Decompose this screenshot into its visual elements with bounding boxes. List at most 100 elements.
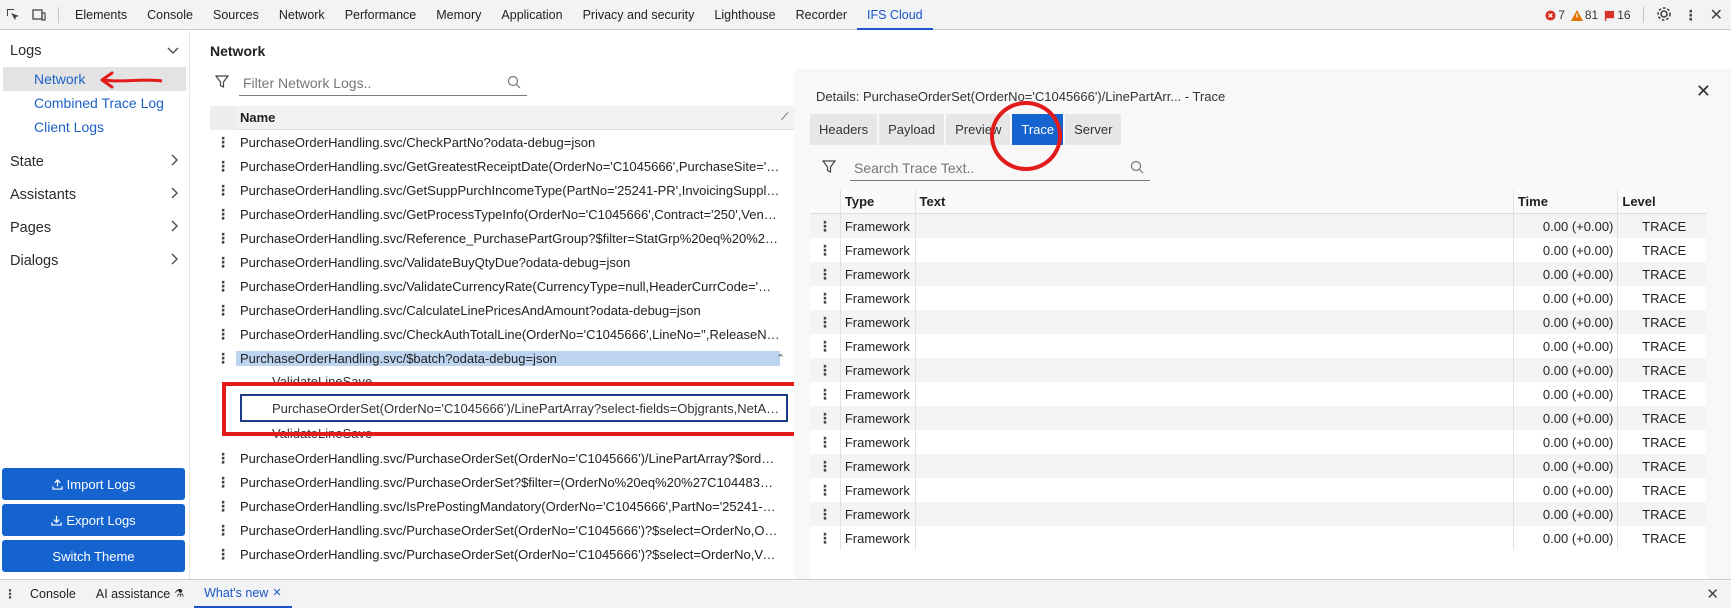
row-menu-icon[interactable]: ⋮ xyxy=(810,266,840,283)
table-row[interactable]: ⋮ PurchaseOrderHandling.svc/IsPrePostingM… xyxy=(210,494,794,518)
sidebar-section-dialogs[interactable]: Dialogs xyxy=(0,244,189,277)
table-row[interactable]: ⋮ PurchaseOrderHandling.svc/GetProcessTyp… xyxy=(210,202,794,226)
resize-handle-icon[interactable]: ⟋ xyxy=(781,112,794,123)
table-row[interactable]: ⋮ PurchaseOrderHandling.svc/GetGreatestRe… xyxy=(210,154,794,178)
table-row[interactable]: ⋮ PurchaseOrderHandling.svc/ValidateCurre… xyxy=(210,274,794,298)
trace-row[interactable]: ⋮ Framework 0.00 (+0.00) TRACE xyxy=(810,310,1706,334)
more-options-icon[interactable]: ⋮ xyxy=(1678,7,1704,24)
table-row[interactable]: ⋮ PurchaseOrderHandling.svc/PurchaseOrder… xyxy=(210,542,794,566)
tab-network[interactable]: Network xyxy=(269,0,335,30)
sidebar-section-pages[interactable]: Pages xyxy=(0,211,189,244)
switch-theme-button[interactable]: Switch Theme xyxy=(2,540,185,572)
row-menu-icon[interactable]: ⋮ xyxy=(810,506,840,523)
tab-lighthouse[interactable]: Lighthouse xyxy=(704,0,785,30)
device-toolbar-icon[interactable] xyxy=(26,1,52,29)
row-menu-icon[interactable]: ⋮ xyxy=(210,302,236,319)
close-drawer-icon[interactable]: ✕ xyxy=(1706,585,1719,603)
tab-trace[interactable]: Trace xyxy=(1012,114,1064,145)
tab-recorder[interactable]: Recorder xyxy=(786,0,857,30)
row-menu-icon[interactable]: ⋮ xyxy=(210,230,236,247)
batch-child-selected[interactable]: PurchaseOrderSet(OrderNo='C1045666')/Lin… xyxy=(240,394,788,422)
filter-icon[interactable] xyxy=(214,74,230,92)
column-header-level[interactable]: Level xyxy=(1618,194,1706,209)
trace-row[interactable]: ⋮ Framework 0.00 (+0.00) TRACE xyxy=(810,286,1706,310)
trace-row[interactable]: ⋮ Framework 0.00 (+0.00) TRACE xyxy=(810,478,1706,502)
column-header-name[interactable]: Name xyxy=(236,110,781,125)
row-menu-icon[interactable]: ⋮ xyxy=(210,158,236,175)
inspect-element-icon[interactable] xyxy=(0,1,26,29)
batch-child[interactable]: ValidateLineSave xyxy=(210,370,794,394)
row-menu-icon[interactable]: ⋮ xyxy=(810,482,840,499)
drawer-tab-ai-assistance[interactable]: AI assistance ⚗ xyxy=(86,580,194,608)
chevron-up-icon[interactable]: ⌃ xyxy=(776,352,790,365)
tab-memory[interactable]: Memory xyxy=(426,0,491,30)
row-menu-icon[interactable]: ⋮ xyxy=(810,362,840,379)
row-menu-icon[interactable]: ⋮ xyxy=(210,326,236,343)
batch-child[interactable]: ValidateLineSave xyxy=(210,422,794,446)
row-menu-icon[interactable]: ⋮ xyxy=(810,530,840,547)
trace-row[interactable]: ⋮ Framework 0.00 (+0.00) TRACE xyxy=(810,262,1706,286)
import-logs-button[interactable]: Import Logs xyxy=(2,468,185,500)
row-menu-icon[interactable]: ⋮ xyxy=(810,458,840,475)
sidebar-section-assistants[interactable]: Assistants xyxy=(0,178,189,211)
table-row-selected[interactable]: ⋮ PurchaseOrderHandling.svc/$batch?odata-… xyxy=(210,346,794,370)
row-menu-icon[interactable]: ⋮ xyxy=(810,218,840,235)
close-devtools-icon[interactable]: ✕ xyxy=(1710,5,1723,25)
row-menu-icon[interactable]: ⋮ xyxy=(210,254,236,271)
row-menu-icon[interactable]: ⋮ xyxy=(210,546,236,563)
trace-row[interactable]: ⋮ Framework 0.00 (+0.00) TRACE xyxy=(810,214,1706,238)
tab-elements[interactable]: Elements xyxy=(65,0,137,30)
trace-row[interactable]: ⋮ Framework 0.00 (+0.00) TRACE xyxy=(810,502,1706,526)
drawer-menu-icon[interactable]: ⋮ xyxy=(0,587,20,601)
table-row[interactable]: ⋮ PurchaseOrderHandling.svc/CheckAuthTota… xyxy=(210,322,794,346)
row-menu-icon[interactable]: ⋮ xyxy=(210,134,236,151)
trace-row[interactable]: ⋮ Framework 0.00 (+0.00) TRACE xyxy=(810,526,1706,550)
row-menu-icon[interactable]: ⋮ xyxy=(810,434,840,451)
warnings-badge[interactable]: 81 xyxy=(1570,8,1598,22)
row-menu-icon[interactable]: ⋮ xyxy=(810,338,840,355)
table-row[interactable]: ⋮ PurchaseOrderHandling.svc/PurchaseOrder… xyxy=(210,518,794,542)
column-header-type[interactable]: Type xyxy=(841,194,915,209)
sidebar-section-state[interactable]: State xyxy=(0,145,189,178)
trace-row[interactable]: ⋮ Framework 0.00 (+0.00) TRACE xyxy=(810,454,1706,478)
column-header-time[interactable]: Time xyxy=(1514,194,1618,209)
close-icon[interactable]: ✕ xyxy=(1696,81,1711,102)
row-menu-icon[interactable]: ⋮ xyxy=(810,410,840,427)
tab-console[interactable]: Console xyxy=(137,0,203,30)
settings-gear-icon[interactable] xyxy=(1656,6,1672,25)
tab-application[interactable]: Application xyxy=(491,0,572,30)
row-menu-icon[interactable]: ⋮ xyxy=(210,206,236,223)
trace-row[interactable]: ⋮ Framework 0.00 (+0.00) TRACE xyxy=(810,430,1706,454)
errors-badge[interactable]: 7 xyxy=(1545,8,1565,22)
sidebar-item-combined-trace-log[interactable]: Combined Trace Log xyxy=(0,91,189,115)
tab-server[interactable]: Server xyxy=(1065,114,1122,145)
filter-icon[interactable] xyxy=(821,159,837,177)
trace-row[interactable]: ⋮ Framework 0.00 (+0.00) TRACE xyxy=(810,406,1706,430)
logs-section-header[interactable]: Logs xyxy=(0,34,189,67)
trace-row[interactable]: ⋮ Framework 0.00 (+0.00) TRACE xyxy=(810,382,1706,406)
row-menu-icon[interactable]: ⋮ xyxy=(210,450,236,467)
tab-headers[interactable]: Headers xyxy=(810,114,878,145)
issues-badge[interactable]: 16 xyxy=(1604,8,1631,22)
tab-payload[interactable]: Payload xyxy=(879,114,945,145)
trace-row[interactable]: ⋮ Framework 0.00 (+0.00) TRACE xyxy=(810,358,1706,382)
row-menu-icon[interactable]: ⋮ xyxy=(210,498,236,515)
column-header-text[interactable]: Text xyxy=(916,194,1513,209)
table-row[interactable]: ⋮ PurchaseOrderHandling.svc/GetSuppPurchI… xyxy=(210,178,794,202)
table-row[interactable]: ⋮ PurchaseOrderHandling.svc/CalculateLine… xyxy=(210,298,794,322)
table-row[interactable]: ⋮ PurchaseOrderHandling.svc/Reference_Pur… xyxy=(210,226,794,250)
row-menu-icon[interactable]: ⋮ xyxy=(810,386,840,403)
row-menu-icon[interactable]: ⋮ xyxy=(810,314,840,331)
tab-preview[interactable]: Preview xyxy=(946,114,1011,145)
row-menu-icon[interactable]: ⋮ xyxy=(810,242,840,259)
table-row[interactable]: ⋮ PurchaseOrderHandling.svc/ValidateBuyQt… xyxy=(210,250,794,274)
sidebar-item-network[interactable]: Network xyxy=(3,67,186,91)
tab-performance[interactable]: Performance xyxy=(335,0,427,30)
tab-ifs-cloud[interactable]: IFS Cloud xyxy=(857,0,933,30)
trace-search-input[interactable] xyxy=(850,155,1150,181)
row-menu-icon[interactable]: ⋮ xyxy=(810,290,840,307)
tab-privacy-and-security[interactable]: Privacy and security xyxy=(573,0,705,30)
export-logs-button[interactable]: Export Logs xyxy=(2,504,185,536)
row-menu-icon[interactable]: ⋮ xyxy=(210,182,236,199)
trace-row[interactable]: ⋮ Framework 0.00 (+0.00) TRACE xyxy=(810,334,1706,358)
